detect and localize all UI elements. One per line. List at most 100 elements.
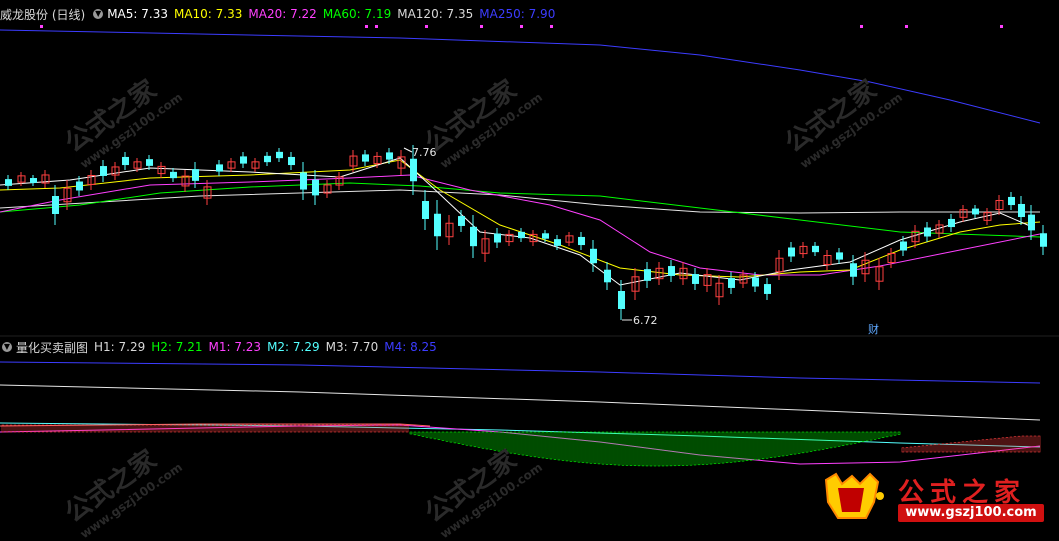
histogram-bar: [469, 431, 473, 447]
histogram-bar: [741, 431, 745, 462]
histogram-bar: [497, 431, 501, 452]
histogram-bar: [525, 431, 529, 456]
histogram-bar: [981, 439, 985, 453]
histogram-bar: [109, 424, 113, 433]
signal-dot: [520, 25, 523, 28]
ma10-value: MA10: 7.33: [173, 7, 243, 21]
histogram-bar: [361, 424, 365, 433]
signal-dot: [425, 25, 428, 28]
histogram-bar: [357, 424, 361, 433]
histogram-bar: [965, 441, 969, 453]
histogram-bar: [225, 424, 229, 433]
signal-dot: [550, 25, 553, 28]
histogram-bar: [557, 431, 561, 461]
histogram-bar: [837, 431, 841, 447]
histogram-bar: [997, 437, 1001, 453]
histogram-bar: [905, 447, 909, 453]
candle-down: [422, 201, 429, 219]
histogram-bar: [889, 431, 893, 437]
candle-down: [728, 278, 735, 288]
histogram-bar: [145, 424, 149, 433]
candle-down: [362, 154, 369, 162]
histogram-bar: [77, 424, 81, 433]
candle-down: [52, 196, 59, 214]
histogram-bar: [229, 424, 233, 433]
candle-down: [618, 291, 625, 309]
histogram-bar: [137, 424, 141, 433]
histogram-bar: [213, 424, 217, 433]
histogram-bar: [577, 431, 581, 463]
candle-down: [1018, 203, 1025, 218]
histogram-bar: [549, 431, 553, 460]
indicator-settings-icon[interactable]: ▼: [93, 9, 104, 19]
ma20-line: [0, 174, 1041, 276]
ma10-line: [0, 159, 1041, 278]
histogram-bar: [633, 431, 637, 467]
histogram-bar: [385, 424, 389, 433]
m4-value: M4: 8.25: [384, 340, 437, 354]
histogram-bar: [493, 431, 497, 451]
histogram-bar: [757, 431, 761, 460]
candle-down: [264, 155, 271, 163]
histogram-bar: [581, 431, 585, 463]
histogram-bar: [605, 431, 609, 465]
histogram-bar: [413, 431, 417, 436]
histogram-bar: [245, 424, 249, 433]
candle-down: [122, 156, 129, 166]
histogram-bar: [569, 431, 573, 462]
histogram-bar: [473, 431, 477, 448]
candle-down: [900, 241, 907, 251]
histogram-bar: [893, 431, 897, 436]
histogram-bar: [805, 431, 809, 453]
histogram-bar: [737, 431, 741, 462]
ma5-value: MA5: 7.33: [107, 7, 168, 21]
candle-down: [5, 179, 12, 186]
candle-down: [692, 274, 699, 284]
m1-value: M1: 7.23: [208, 340, 262, 354]
high-marker: [403, 147, 413, 153]
histogram-bar: [133, 424, 137, 433]
histogram-bar: [733, 431, 737, 463]
histogram-bar: [645, 431, 649, 467]
m2-value: M2: 7.29: [267, 340, 320, 354]
financial-report-marker: 财: [868, 322, 879, 336]
chart-canvas[interactable]: 7.76 6.72 财: [0, 0, 1059, 527]
histogram-bar: [969, 440, 973, 453]
histogram-bar: [941, 443, 945, 453]
histogram-bar: [517, 431, 521, 455]
histogram-bar: [529, 431, 533, 457]
histogram-bar: [869, 431, 873, 441]
histogram-bar: [673, 431, 677, 467]
histogram-bar: [641, 431, 645, 467]
sub-indicator-settings-icon[interactable]: ▼: [2, 342, 12, 352]
candle-down: [644, 269, 651, 281]
candle-down: [300, 172, 307, 190]
histogram-bar: [621, 431, 625, 466]
candle-down: [216, 164, 223, 172]
histogram-bar: [897, 431, 901, 435]
signal-dot: [40, 25, 43, 28]
histogram-bar: [249, 424, 253, 433]
histogram-bar: [793, 431, 797, 455]
histogram-bar: [657, 431, 661, 467]
histogram-bar: [677, 431, 681, 466]
histogram-bar: [545, 431, 549, 459]
histogram-bar: [613, 431, 617, 466]
histogram-bar: [141, 424, 145, 433]
histogram-bar: [221, 424, 225, 433]
histogram-bar: [857, 431, 861, 443]
candle-down: [812, 245, 819, 253]
candle-down: [972, 208, 979, 215]
histogram-bar: [113, 424, 117, 433]
main-chart-header: 威龙股份 (日线) ▼ MA5: 7.33 MA10: 7.33 MA20: 7…: [0, 5, 561, 23]
candle-down: [276, 151, 283, 159]
candle-down: [434, 213, 441, 237]
candle-down: [410, 158, 417, 182]
histogram-bar: [397, 424, 401, 433]
histogram-bar: [961, 441, 965, 453]
histogram-bar: [597, 431, 601, 465]
histogram-bar: [617, 431, 621, 466]
candle-down: [386, 152, 393, 160]
histogram-bar: [845, 431, 849, 446]
histogram-bar: [521, 431, 525, 456]
